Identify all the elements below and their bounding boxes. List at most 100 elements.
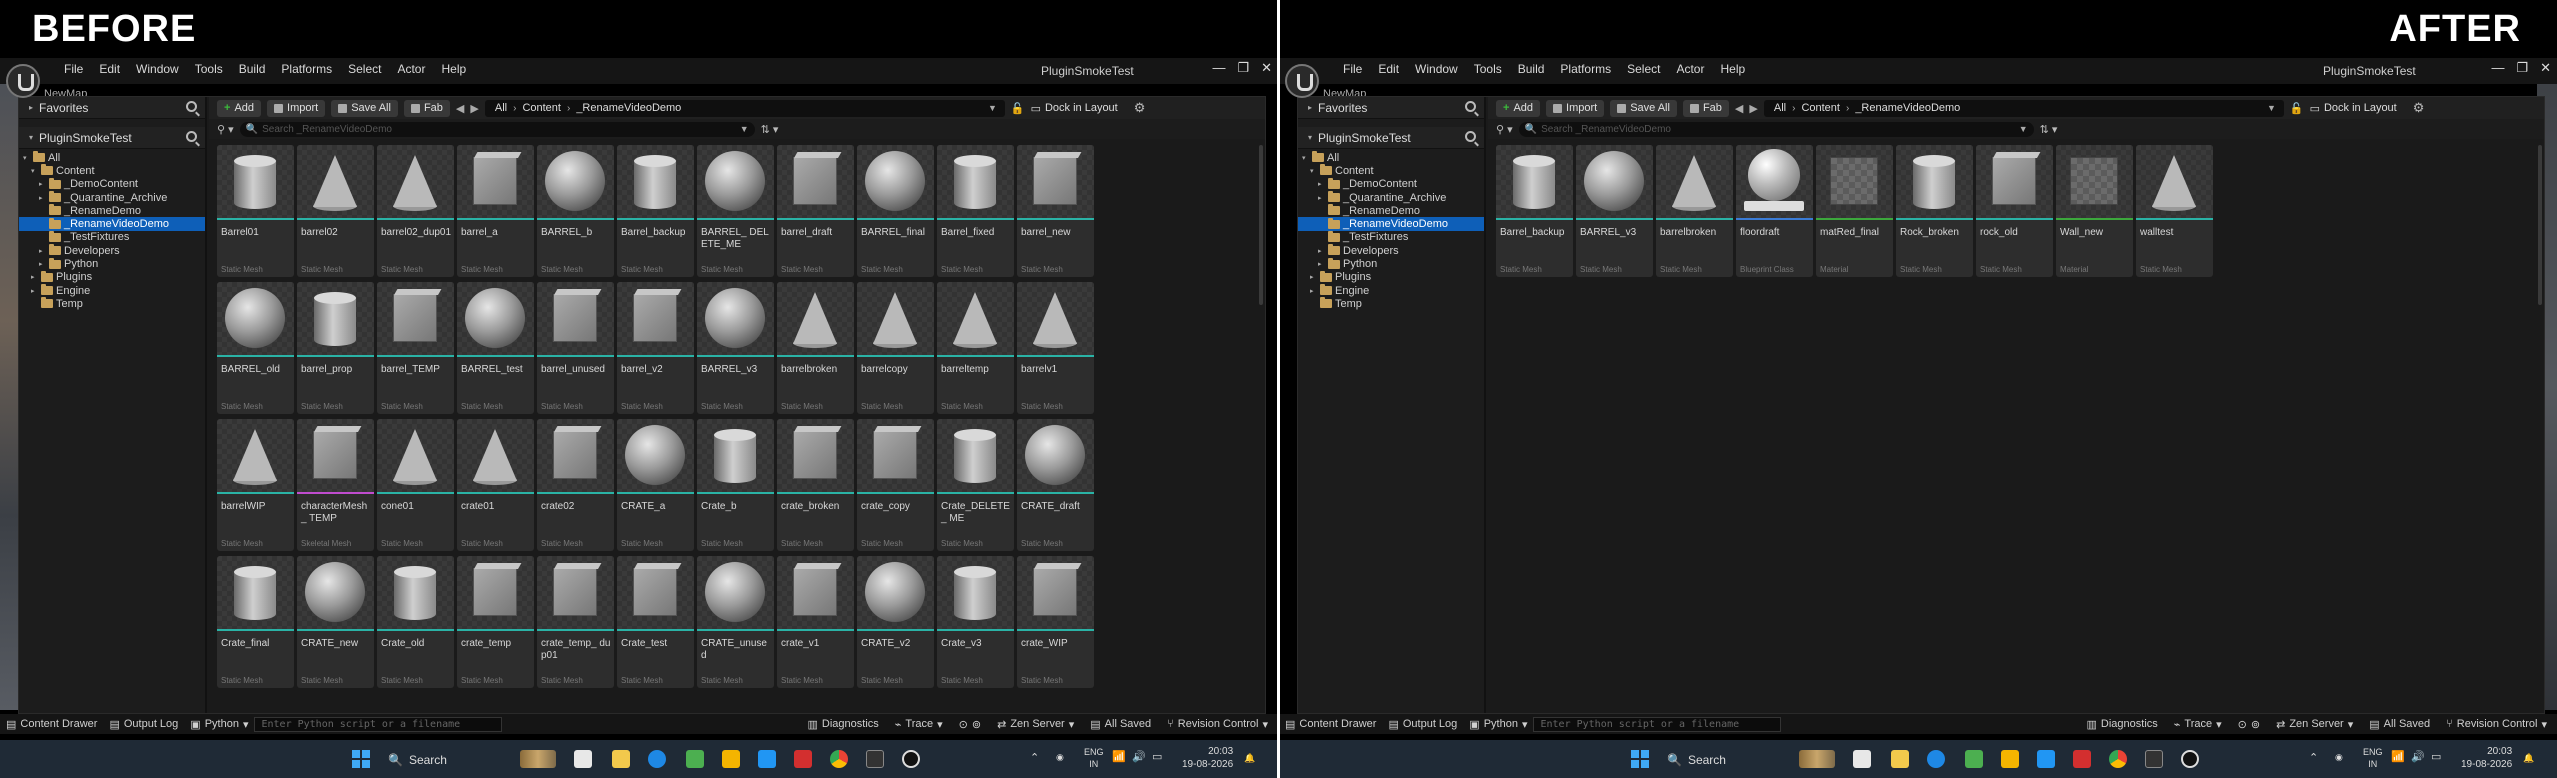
folder-tree-item[interactable]: ▸ _DemoContent — [19, 177, 205, 191]
folder-tree-item[interactable]: ▸ _Quarantine_Archive — [19, 191, 205, 204]
expand-arrow-icon[interactable]: ▸ — [1318, 247, 1326, 255]
asset-search-input[interactable]: 🔍 Search _RenameVideoDemo ▼ — [239, 121, 755, 137]
filter-icon[interactable]: ⚲ ▾ — [1496, 123, 1513, 136]
asset-tile[interactable]: crate_temp_ dup01 Static Mesh — [537, 556, 614, 688]
folder-tree-item[interactable]: ▸ Developers — [1298, 244, 1484, 257]
taskbar-search[interactable]: 🔍 Search — [382, 749, 492, 771]
asset-tile[interactable]: Barrel_backup Static Mesh — [1496, 145, 1573, 277]
minimize-icon[interactable]: — — [1212, 60, 1225, 76]
folder-tree-item[interactable]: _RenameDemo — [19, 204, 205, 217]
expand-arrow-icon[interactable]: ▸ — [39, 194, 47, 202]
battery-icon[interactable]: ▭ — [1152, 751, 1162, 763]
fab-button[interactable]: Fab — [1682, 99, 1729, 117]
breadcrumb-current[interactable]: _RenameVideoDemo — [1855, 102, 1960, 114]
search-icon[interactable] — [186, 101, 197, 112]
asset-tile[interactable]: floordraft Blueprint Class — [1736, 145, 1813, 277]
save-all-button[interactable]: Save All — [331, 99, 398, 117]
expand-arrow-icon[interactable]: ▾ — [23, 154, 31, 162]
favorites-header[interactable]: ▸ Favorites — [1298, 97, 1484, 119]
folder-tree-item[interactable]: ▸ Plugins — [19, 270, 205, 284]
chevron-down-icon[interactable]: ▼ — [740, 124, 749, 134]
menu-item-actor[interactable]: Actor — [389, 62, 433, 76]
vertical-scrollbar[interactable] — [1259, 145, 1263, 305]
asset-tile[interactable]: BARREL_v3 Static Mesh — [697, 282, 774, 414]
asset-tile[interactable]: Crate_DELETE_ ME Static Mesh — [937, 419, 1014, 551]
folder-tree-item[interactable]: ▸ Python — [1298, 257, 1484, 270]
folder-tree-item[interactable]: _TestFixtures — [19, 230, 205, 244]
record-button[interactable]: ⊙ ⊚ — [2232, 714, 2266, 734]
sort-icon[interactable]: ⇅ ▾ — [761, 123, 779, 136]
folder-tree-item[interactable]: Temp — [19, 297, 205, 310]
asset-tile[interactable]: Barrel_backup Static Mesh — [617, 145, 694, 277]
asset-tile[interactable]: Crate_final Static Mesh — [217, 556, 294, 688]
level-tab[interactable]: NewMap — [1323, 84, 1366, 100]
python-command-input[interactable]: Enter Python script or a filename — [254, 716, 503, 732]
asset-tile[interactable]: Crate_v3 Static Mesh — [937, 556, 1014, 688]
asset-search-input[interactable]: 🔍 Search _RenameVideoDemo ▼ — [1518, 121, 2034, 137]
chrome-icon[interactable] — [2109, 750, 2127, 768]
asset-tile[interactable]: barrel02 Static Mesh — [297, 145, 374, 277]
tray-app-icon[interactable]: ◉ — [1056, 751, 1064, 763]
add-button[interactable]: + Add — [1496, 99, 1541, 117]
asset-tile[interactable]: matRed_final Material — [1816, 145, 1893, 277]
menu-item-edit[interactable]: Edit — [1370, 62, 1407, 76]
breadcrumb-content[interactable]: Content — [522, 102, 561, 114]
path-breadcrumb[interactable]: All › Content › _RenameVideoDemo ▼ — [484, 99, 1005, 117]
menu-item-window[interactable]: Window — [1407, 62, 1466, 76]
maximize-icon[interactable]: ❐ — [1237, 60, 1249, 76]
zen-server-button[interactable]: ⇄ Zen Server ▾ — [2270, 714, 2359, 734]
weather-widget-icon[interactable] — [520, 750, 556, 768]
collapse-arrow-icon[interactable]: ▸ — [1308, 103, 1312, 112]
fab-button[interactable]: Fab — [403, 99, 450, 117]
asset-tile[interactable]: BARREL_b Static Mesh — [537, 145, 614, 277]
asset-tile[interactable]: barreltemp Static Mesh — [937, 282, 1014, 414]
notification-icon[interactable]: 🔔 — [2523, 752, 2534, 764]
asset-tile[interactable]: CRATE_draft Static Mesh — [1017, 419, 1094, 551]
taskbar-clock[interactable]: 20:03 19-08-2026 — [2461, 745, 2512, 771]
store-icon[interactable] — [2037, 750, 2055, 768]
taskbar-clock[interactable]: 20:03 19-08-2026 — [1182, 745, 1233, 771]
revision-control-button[interactable]: ⑂ Revision Control ▾ — [2440, 714, 2553, 734]
close-icon[interactable]: ✕ — [1261, 60, 1272, 76]
folder-tree-item[interactable]: ▸ Engine — [19, 284, 205, 297]
folder-tree-item[interactable]: _TestFixtures — [1298, 230, 1484, 244]
folder-tree-item[interactable]: ▸ Python — [19, 257, 205, 270]
volume-icon[interactable]: 🔊 — [1132, 751, 1146, 763]
asset-tile[interactable]: rock_old Static Mesh — [1976, 145, 2053, 277]
asset-tile[interactable]: barrel_new Static Mesh — [1017, 145, 1094, 277]
project-header[interactable]: ▾ PluginSmokeTest — [19, 127, 205, 149]
expand-arrow-icon[interactable]: ▾ — [31, 167, 39, 175]
windows-start-icon[interactable] — [352, 750, 370, 768]
edge-browser-icon[interactable] — [648, 750, 666, 768]
asset-tile[interactable]: BARREL_test Static Mesh — [457, 282, 534, 414]
folder-tree-item[interactable]: _RenameVideoDemo — [19, 217, 205, 231]
menu-item-tools[interactable]: Tools — [1466, 62, 1510, 76]
terminal-icon[interactable] — [2145, 750, 2163, 768]
asset-tile[interactable]: barrelWIP Static Mesh — [217, 419, 294, 551]
diagnostics-button[interactable]: ▥ Diagnostics — [802, 714, 885, 734]
expand-arrow-icon[interactable]: ▸ — [1318, 180, 1326, 188]
language-indicator[interactable]: ENG IN — [1084, 746, 1104, 770]
asset-tile[interactable]: Rock_broken Static Mesh — [1896, 145, 1973, 277]
lock-icon[interactable]: 🔓 — [2290, 102, 2304, 115]
asset-tile[interactable]: crate_temp Static Mesh — [457, 556, 534, 688]
asset-tile[interactable]: barrel_draft Static Mesh — [777, 145, 854, 277]
menu-item-window[interactable]: Window — [128, 62, 187, 76]
windows-start-icon[interactable] — [1631, 750, 1649, 768]
expand-arrow-icon[interactable]: ▸ — [39, 260, 47, 268]
asset-tile[interactable]: barrel_v2 Static Mesh — [617, 282, 694, 414]
menu-item-build[interactable]: Build — [231, 62, 274, 76]
back-arrow-icon[interactable]: ◀ — [1735, 102, 1743, 115]
trace-button[interactable]: ⌁ Trace ▾ — [2168, 714, 2228, 734]
network-icon[interactable]: 📶 — [1112, 751, 1126, 763]
asset-tile[interactable]: barrel_prop Static Mesh — [297, 282, 374, 414]
folder-tree-item[interactable]: ▾ Content — [19, 164, 205, 177]
language-indicator[interactable]: ENG IN — [2363, 746, 2383, 770]
asset-tile[interactable]: characterMesh_ TEMP Skeletal Mesh — [297, 419, 374, 551]
all-saved-button[interactable]: ▤ All Saved — [2363, 714, 2436, 734]
sort-icon[interactable]: ⇅ ▾ — [2040, 123, 2058, 136]
zen-server-button[interactable]: ⇄ Zen Server ▾ — [991, 714, 1080, 734]
app-l-icon[interactable] — [794, 750, 812, 768]
expand-arrow-icon[interactable]: ▸ — [31, 287, 39, 295]
asset-tile[interactable]: crate_broken Static Mesh — [777, 419, 854, 551]
